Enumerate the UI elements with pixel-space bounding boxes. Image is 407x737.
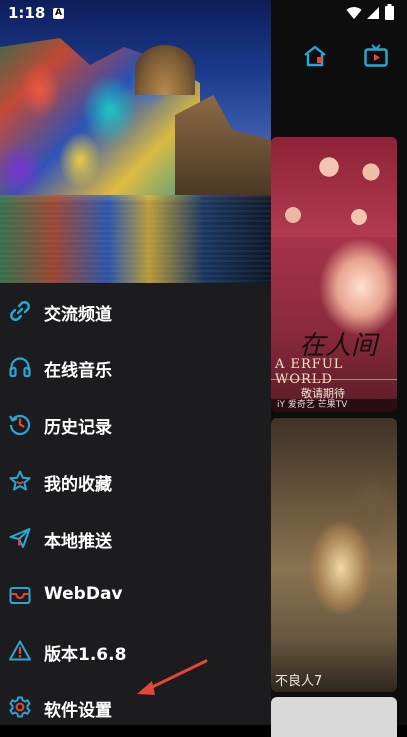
menu-item-label: 软件设置 [44,701,112,721]
poster-english-title: A ERFUL WORLD [275,357,344,387]
poster-title: 不良人7 [275,674,323,689]
menu-item-webdav[interactable]: WebDav [0,568,271,624]
status-bar: 1:18 A [0,0,407,28]
star-icon [9,470,31,491]
video-poster[interactable] [271,697,397,737]
menu-item-label: 历史记录 [44,418,112,438]
annotation-arrow [137,659,208,695]
menu-item-online-music[interactable]: 在线音乐 [0,340,271,396]
menu-item-label: 本地推送 [44,532,112,552]
wifi-icon [346,7,362,20]
headphones-icon [9,357,31,378]
video-poster[interactable]: 在人间 A ERFUL WORLD 敬请期待 iY 爱奇艺 芒果TV [271,137,397,412]
drawer-header-image [0,0,271,283]
link-icon [10,301,30,321]
notification-icon: A [53,8,64,19]
poster-art [271,137,397,237]
navigation-drawer: 交流频道 在线音乐 历史记录 我的收藏 本地推送 WebDav 版本1.6.8 … [0,0,271,725]
poster-divider [271,379,397,380]
inbox-icon [9,587,31,604]
status-time: 1:18 [8,4,46,22]
home-icon[interactable] [302,43,328,69]
gear-icon [9,696,31,718]
send-icon [9,528,31,548]
menu-item-label: 版本1.6.8 [44,645,127,665]
poster-caption: iY 爱奇艺 芒果TV [271,399,397,412]
video-poster[interactable]: 不良人7 [271,418,397,692]
signal-icon [367,7,379,19]
menu-item-favorites[interactable]: 我的收藏 [0,454,271,510]
menu-item-label: 在线音乐 [44,361,112,381]
warning-icon [9,640,31,661]
menu-item-history[interactable]: 历史记录 [0,397,271,453]
history-icon [9,414,31,436]
menu-item-label: 交流频道 [44,305,112,325]
battery-icon [385,4,394,20]
menu-item-local-push[interactable]: 本地推送 [0,511,271,567]
menu-item-label: 我的收藏 [44,475,112,495]
tv-icon[interactable] [363,43,389,69]
menu-item-chat-channel[interactable]: 交流频道 [0,284,271,340]
menu-item-label: WebDav [44,584,123,604]
